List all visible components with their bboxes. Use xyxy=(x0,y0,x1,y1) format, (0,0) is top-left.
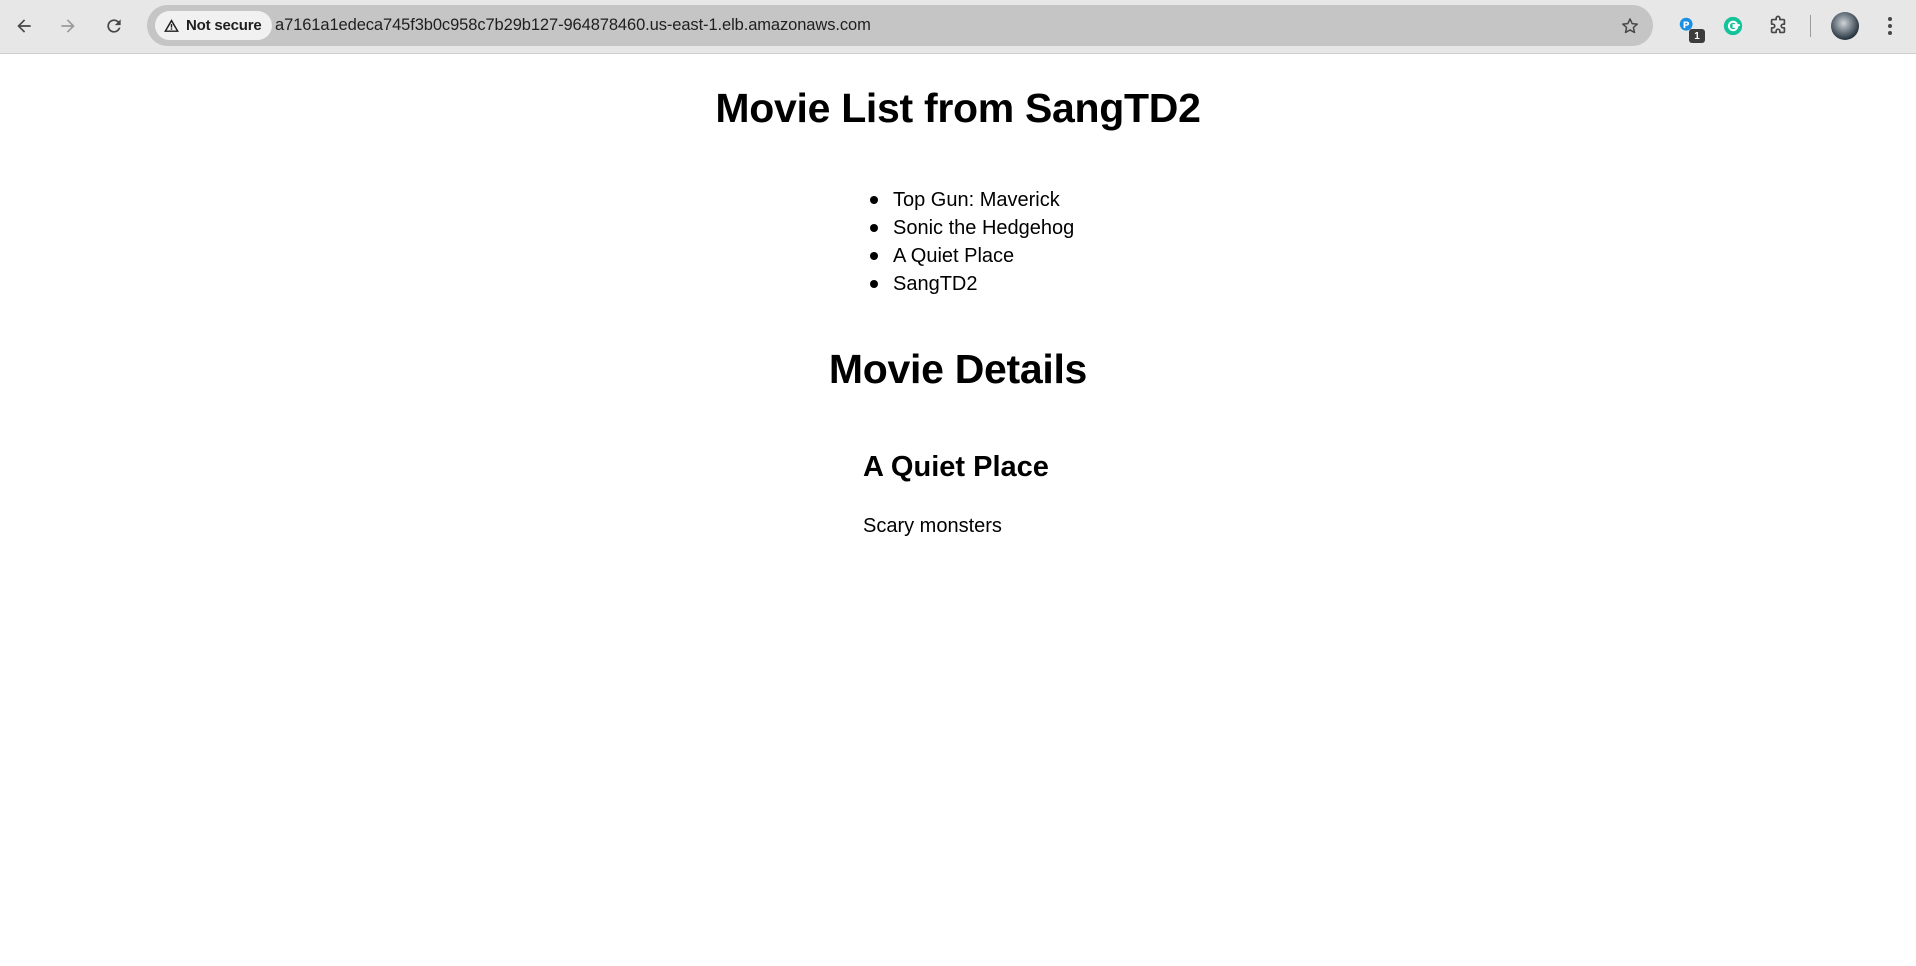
page-title: Movie List from SangTD2 xyxy=(715,85,1201,131)
movie-list-item: A Quiet Place xyxy=(870,242,1074,270)
bullet-icon xyxy=(870,280,878,288)
movie-detail-title: A Quiet Place xyxy=(863,451,1049,483)
movie-list: Top Gun: Maverick Sonic the Hedgehog A Q… xyxy=(870,186,1074,298)
browser-menu-button[interactable] xyxy=(1877,11,1903,41)
movie-details-heading: Movie Details xyxy=(828,346,1088,392)
back-button[interactable] xyxy=(8,10,40,42)
puzzle-icon xyxy=(1770,15,1786,34)
grammarly-extension-button[interactable] xyxy=(1718,11,1748,41)
movie-list-item: SangTD2 xyxy=(870,270,1074,298)
extension-button[interactable]: P 1 xyxy=(1673,11,1705,43)
security-label: Not secure xyxy=(186,17,262,34)
movie-name: Top Gun: Maverick xyxy=(893,189,1060,211)
forward-button[interactable] xyxy=(52,10,84,42)
star-icon xyxy=(1622,18,1638,34)
movie-list-item: Top Gun: Maverick xyxy=(870,186,1074,214)
movie-detail-description: Scary monsters xyxy=(863,515,1002,537)
arrow-right-icon xyxy=(61,19,75,33)
extension-badge: 1 xyxy=(1689,29,1705,43)
web-page: Movie List from SangTD2 Top Gun: Maveric… xyxy=(0,55,1916,966)
arrow-left-icon xyxy=(17,19,31,33)
movie-list-item: Sonic the Hedgehog xyxy=(870,214,1074,242)
address-bar[interactable]: Not secure a7161a1edeca745f3b0c958c7b29b… xyxy=(147,5,1653,46)
extensions-menu-button[interactable] xyxy=(1763,11,1793,41)
warning-triangle-icon xyxy=(164,19,179,32)
grammarly-icon xyxy=(1723,16,1743,36)
bookmark-button[interactable] xyxy=(1617,13,1643,39)
three-dots-vertical-icon xyxy=(1888,17,1892,35)
movie-name: Sonic the Hedgehog xyxy=(893,217,1075,239)
bullet-icon xyxy=(870,196,878,204)
reload-icon xyxy=(107,19,121,33)
movie-name: SangTD2 xyxy=(893,273,978,295)
site-security-chip[interactable]: Not secure xyxy=(155,11,272,40)
reload-button[interactable] xyxy=(98,10,130,42)
url-text[interactable]: a7161a1edeca745f3b0c958c7b29b127-9648784… xyxy=(275,16,871,35)
profile-avatar[interactable] xyxy=(1831,12,1859,40)
toolbar-divider xyxy=(1810,15,1811,37)
bullet-icon xyxy=(870,252,878,260)
movie-name: A Quiet Place xyxy=(893,245,1015,267)
browser-toolbar: Not secure a7161a1edeca745f3b0c958c7b29b… xyxy=(0,0,1916,54)
bullet-icon xyxy=(870,224,878,232)
